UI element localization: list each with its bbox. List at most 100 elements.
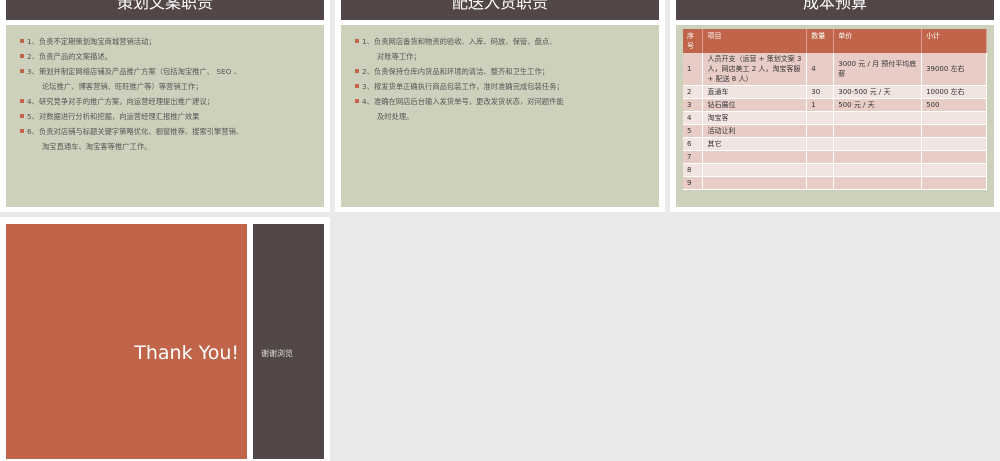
thanks-text: Thank You! (134, 342, 239, 364)
table-cell: 5 (683, 124, 704, 138)
table-cell: 人员开支（运营 + 策划文案 3 人，网店美工 2 人，淘宝客服 + 配送 8 … (702, 53, 808, 86)
bullet-icon (355, 99, 359, 103)
table-row: 7 (683, 150, 987, 164)
bullet-icon (20, 54, 24, 58)
list-item: 5、对数据进行分析和挖掘，向运营经理汇报推广效果 (20, 109, 324, 124)
bullet-icon (20, 114, 24, 118)
list-item: 4、准确在网店后台输入发货单号，更改发货状态，对问题件能 及时处理。 (355, 94, 659, 124)
item-text: 、负责网店备货和物资的验收、入库、码放、保管、盘点、 (366, 37, 557, 46)
item-text: 、研究竞争对手的推广方案，向运营经理提出推广建议； (31, 97, 215, 106)
table-cell: 9 (683, 176, 704, 190)
slide-budget[interactable]: 成本预算 序号 项目 数量 单价 小计 1 人员开支（运营 + 策划文案 3 人，网店美工 … (670, 0, 1000, 212)
item-text: 、负责产品的文案描述。 (31, 52, 112, 61)
table-row: 6 其它 (683, 137, 987, 151)
table-cell (806, 150, 835, 164)
table-row: 3 钻石展位 1 500 元 / 天 500 (683, 98, 987, 112)
bullet-icon (20, 99, 24, 103)
slide-planning[interactable]: 策划文案职责 1、负责不定期策划淘宝商城营销活动； 2、负责产品的文案描述。 3、策… (0, 0, 330, 212)
item-text: 、负责不定期策划淘宝商城营销活动； (31, 37, 156, 46)
bullet-icon (355, 84, 359, 88)
duty-list: 1、负责网店备货和物资的验收、入库、码放、保管、盘点、 对账等工作； 2、负责保持仓… (341, 25, 659, 124)
table-row: 9 (683, 176, 987, 190)
column-header: 项目 (702, 29, 808, 53)
bullet-icon (20, 39, 24, 43)
thanks-panel: Thank You! (6, 224, 247, 459)
table-cell (921, 124, 987, 138)
table-cell (921, 163, 987, 177)
table-cell (833, 163, 923, 177)
column-header: 单价 (833, 29, 923, 53)
table-cell (806, 111, 835, 125)
item-text: 、准确在网店后台输入发货单号，更改发货状态，对问题件能 (366, 97, 564, 106)
item-text-continued: 对账等工作； (377, 52, 421, 61)
table-cell: 活动让利 (702, 124, 808, 138)
table-cell (921, 176, 987, 190)
slide-thanks[interactable]: Thank You! 谢谢浏览 (0, 217, 330, 461)
column-header: 序号 (683, 29, 704, 53)
table-cell (833, 124, 923, 138)
table-cell: 500 (921, 98, 987, 112)
table-cell: 10000 左右 (921, 85, 987, 99)
table-cell: 3000 元 / 月 预付平均底薪 (833, 53, 923, 86)
table-cell: 钻石展位 (702, 98, 808, 112)
table-cell (806, 176, 835, 190)
table-cell: 直通车 (702, 85, 808, 99)
side-text: 谢谢浏览 (261, 349, 293, 358)
table-row: 1 人员开支（运营 + 策划文案 3 人，网店美工 2 人，淘宝客服 + 配送 8… (683, 53, 987, 86)
bullet-icon (20, 69, 24, 73)
column-header: 小计 (921, 29, 987, 53)
list-item: 3、策划并制定网络店铺及产品推广方案（包括淘宝推广、 SEO 、论坛推广、博客营… (20, 64, 324, 94)
table-cell (921, 111, 987, 125)
list-item: 4、研究竞争对手的推广方案，向运营经理提出推广建议； (20, 94, 324, 109)
table-cell: 300-500 元 / 天 (833, 85, 923, 99)
item-text: 、负责对店铺与标题关键字策略优化、橱窗推荐、搜索引擎营销、 (31, 127, 244, 136)
table-cell: 30 (806, 85, 835, 99)
table-cell: 1 (806, 98, 835, 112)
item-text: 、负责保持仓库内货品和环境的清洁、整齐和卫生工作； (366, 67, 550, 76)
bullet-icon (355, 39, 359, 43)
table-row: 5 活动让利 (683, 124, 987, 138)
duty-list: 1、负责不定期策划淘宝商城营销活动； 2、负责产品的文案描述。 3、策划并制定网络店… (6, 25, 324, 154)
table-cell: 4 (683, 111, 704, 125)
table-row: 4 淘宝客 (683, 111, 987, 125)
table-cell (833, 137, 923, 151)
table-cell: 4 (806, 53, 835, 86)
table-cell: 39000 左右 (921, 53, 987, 86)
table-cell (806, 163, 835, 177)
table-cell: 其它 (702, 137, 808, 151)
table-row: 8 (683, 163, 987, 177)
item-text-continued: 论坛推广、博客营销、旺旺推广等）等营销工作； (42, 82, 203, 91)
list-item: 2、负责产品的文案描述。 (20, 49, 324, 64)
slide-title: 成本预算 (676, 0, 994, 20)
list-item: 6、负责对店铺与标题关键字策略优化、橱窗推荐、搜索引擎营销、 淘宝直通车、淘宝客等… (20, 124, 324, 154)
item-text-continued: 淘宝直通车、淘宝客等推广工作。 (42, 142, 152, 151)
table-cell: 7 (683, 150, 704, 164)
slide-title: 配送入货职责 (341, 0, 659, 20)
bullet-icon (20, 129, 24, 133)
table-cell (806, 137, 835, 151)
table-cell (806, 124, 835, 138)
table-cell: 6 (683, 137, 704, 151)
table-cell (702, 150, 808, 164)
table-cell: 淘宝客 (702, 111, 808, 125)
table-cell: 1 (683, 53, 704, 86)
table-cell (702, 176, 808, 190)
table-cell: 3 (683, 98, 704, 112)
table-cell: 500 元 / 天 (833, 98, 923, 112)
table-cell (921, 150, 987, 164)
column-header: 数量 (806, 29, 835, 53)
item-text: 、对数据进行分析和挖掘，向运营经理汇报推广效果 (31, 112, 200, 121)
side-panel: 谢谢浏览 (253, 224, 324, 459)
item-text: 、按发货单正确执行商品包装工作，准时准确完成包装任务； (366, 82, 564, 91)
list-item: 2、负责保持仓库内货品和环境的清洁、整齐和卫生工作； (355, 64, 659, 79)
table-cell (921, 137, 987, 151)
list-item: 3、按发货单正确执行商品包装工作，准时准确完成包装任务； (355, 79, 659, 94)
slide-title: 策划文案职责 (6, 0, 324, 20)
table-cell (702, 163, 808, 177)
table-cell (833, 111, 923, 125)
table-cell (833, 150, 923, 164)
table-cell (833, 176, 923, 190)
budget-table: 序号 项目 数量 单价 小计 1 人员开支（运营 + 策划文案 3 人，网店美工 2 人，淘… (683, 29, 987, 190)
slide-delivery[interactable]: 配送入货职责 1、负责网店备货和物资的验收、入库、码放、保管、盘点、 对账等工作；… (335, 0, 665, 212)
bullet-icon (355, 69, 359, 73)
